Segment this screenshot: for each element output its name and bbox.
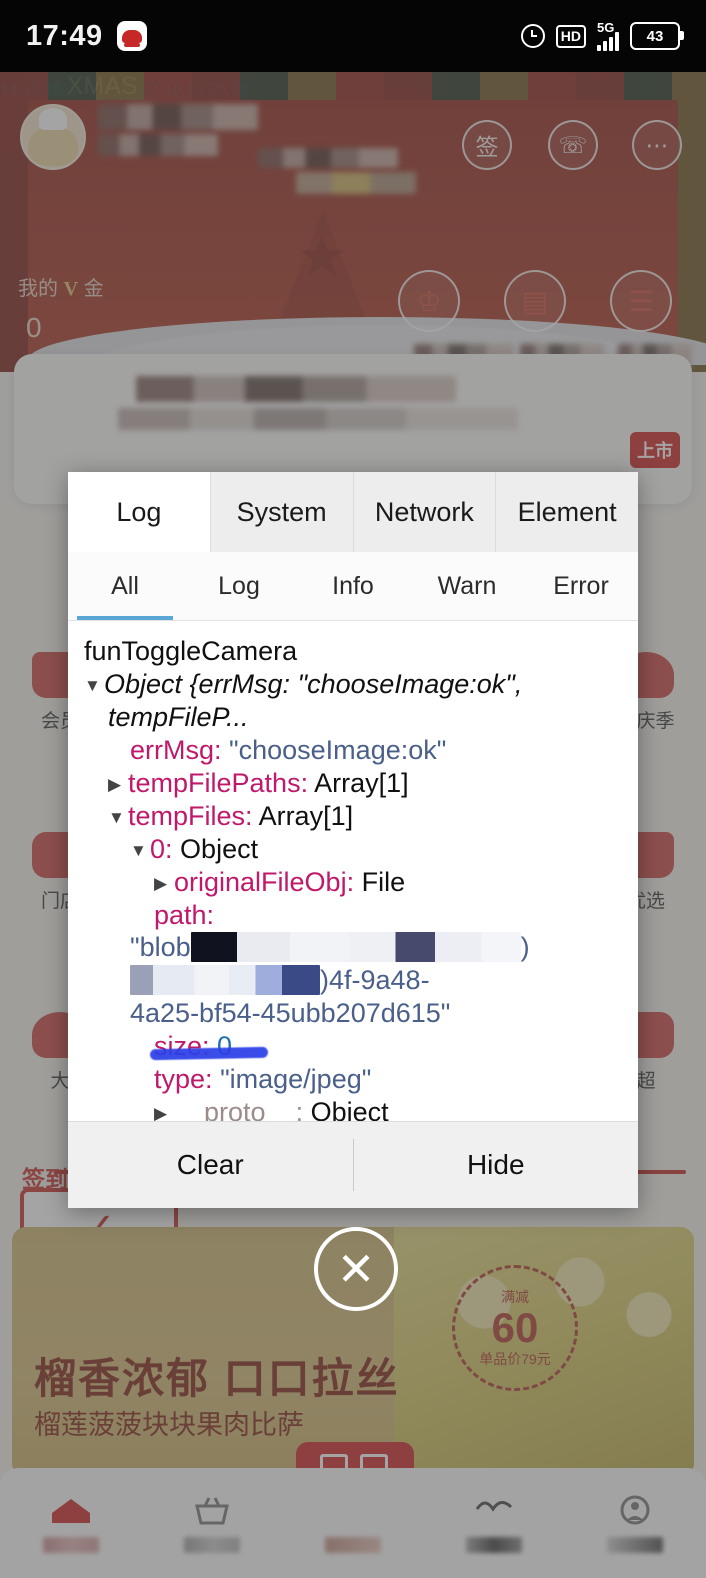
prop-key: 0: — [150, 833, 173, 864]
prop-key: errMsg: — [130, 734, 222, 765]
log-line-function: funToggleCamera — [84, 636, 298, 666]
log-line-path-key: path: — [84, 899, 628, 932]
prop-value: File — [361, 866, 406, 897]
hide-button[interactable]: Hide — [354, 1149, 639, 1181]
expand-arrow-icon[interactable] — [154, 874, 174, 895]
prop-key: __proto__: — [174, 1097, 304, 1121]
console-log-body[interactable]: funToggleCamera Object {errMsg: "chooseI… — [68, 621, 638, 1121]
prop-value: Object — [310, 1097, 389, 1121]
log-line-object-preview[interactable]: Object {errMsg: "chooseImage:ok", — [84, 668, 628, 701]
log-line-tempfiles[interactable]: tempFiles: Array[1] — [84, 800, 628, 833]
tab-system[interactable]: System — [210, 472, 354, 552]
status-icons: HD 5G 43 — [520, 21, 684, 51]
expand-arrow-icon[interactable] — [108, 775, 128, 796]
alarm-icon — [520, 24, 545, 48]
log-line-originalfileobj[interactable]: originalFileObj: File — [84, 866, 628, 899]
collapse-arrow-icon[interactable] — [84, 676, 104, 697]
redaction-mosaic — [190, 932, 521, 963]
prop-key: path: — [154, 899, 215, 930]
prop-key: tempFiles: — [128, 800, 253, 831]
tab-network[interactable]: Network — [353, 472, 497, 552]
collapse-arrow-icon[interactable] — [108, 808, 128, 829]
filter-info[interactable]: Info — [296, 552, 410, 620]
filter-all[interactable]: All — [68, 552, 182, 620]
prop-value: Array[1] — [258, 800, 354, 831]
uuid-fragment: )4f-9a48- — [320, 965, 430, 996]
tab-log[interactable]: Log — [68, 472, 211, 552]
blob-prefix: "blob — [130, 932, 191, 963]
object-preview-text: Object {errMsg: "chooseImage:ok", — [104, 668, 523, 699]
tab-element[interactable]: Element — [496, 472, 638, 552]
blob-suffix: ) — [520, 932, 530, 963]
filter-error[interactable]: Error — [524, 552, 638, 620]
log-line-proto-1[interactable]: __proto__: Object — [84, 1096, 628, 1121]
filter-warn[interactable]: Warn — [410, 552, 524, 620]
prop-value: "image/jpeg" — [220, 1064, 372, 1095]
prop-value: Object — [180, 833, 259, 864]
log-line-blob-redacted-2: )4f-9a48- — [84, 964, 628, 997]
devtools-filter-tabs: All Log Info Warn Error — [68, 552, 638, 621]
devtools-main-tabs: Log System Network Element — [68, 472, 638, 552]
close-icon[interactable]: ✕ — [314, 1227, 398, 1311]
battery-icon: 43 — [630, 22, 684, 50]
log-line-index-0[interactable]: 0: Object — [84, 833, 628, 866]
log-line-tempfilepaths[interactable]: tempFilePaths: Array[1] — [84, 767, 628, 800]
log-line-blob-redacted-1: "blob) — [84, 931, 628, 964]
devtools-panel: Log System Network Element All Log Info … — [68, 472, 638, 1208]
log-line-errmsg: errMsg: "chooseImage:ok" — [84, 734, 628, 767]
filter-log[interactable]: Log — [182, 552, 296, 620]
status-time: 17:49 — [26, 19, 103, 52]
prop-value: "chooseImage:ok" — [229, 734, 447, 765]
redaction-mosaic — [130, 965, 320, 996]
log-line-type: type: "image/jpeg" — [84, 1063, 628, 1096]
devtools-footer: Clear Hide — [68, 1121, 638, 1208]
app-badge-icon — [116, 21, 147, 51]
collapse-arrow-icon[interactable] — [130, 841, 150, 862]
signal-icon: 5G — [597, 21, 619, 51]
status-bar: 17:49 HD 5G 43 — [0, 0, 706, 72]
prop-key: originalFileObj: — [174, 866, 355, 897]
clear-button[interactable]: Clear — [68, 1149, 353, 1181]
prop-key: type: — [154, 1064, 213, 1095]
log-line-uuid-tail: 4a25-bf54-45ubb207d615" — [130, 998, 451, 1029]
prop-key: tempFilePaths: — [128, 767, 309, 798]
hd-icon: HD — [555, 24, 586, 48]
prop-value: Array[1] — [314, 767, 409, 798]
log-line-object-preview-cont: tempFileP... — [108, 701, 249, 732]
expand-arrow-icon[interactable] — [154, 1104, 174, 1121]
